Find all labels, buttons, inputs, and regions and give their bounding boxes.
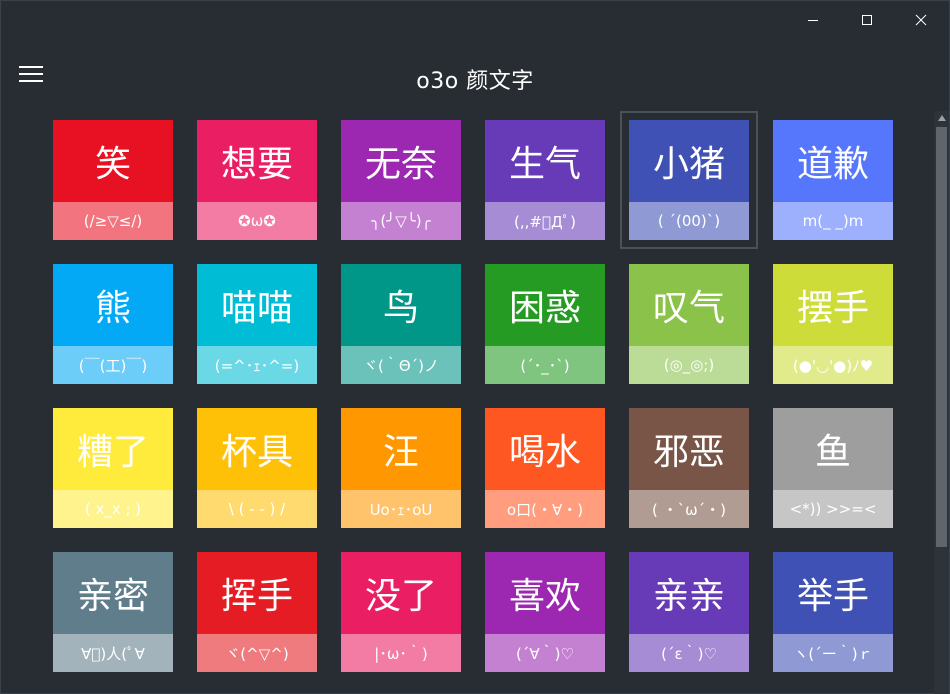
- tile-kaomoji: ヽ(´ー｀)ｒ: [773, 634, 893, 672]
- tile-kaomoji: ( ・ˋωˊ・): [629, 490, 749, 528]
- kaomoji-tile[interactable]: 亲密 ∀ﾟ)人(ﾟ∀: [53, 552, 173, 672]
- kaomoji-tile[interactable]: 喝水 o口(・∀・): [485, 408, 605, 528]
- tile-label: 亲密: [76, 576, 149, 617]
- tile-kaomoji: m(_ _)m: [773, 202, 893, 240]
- minimize-window-button[interactable]: [786, 1, 840, 39]
- tile-kaomoji: ╮(╯▽╰)╭: [341, 202, 461, 240]
- tile-label: 喜欢: [508, 576, 581, 617]
- app-window: o3o 颜文字 笑 (/≥▽≤/) 想要 ✪ω✪ 无奈 ╮(╯▽╰)╭ 生气 (,,#ﾟДﾟ)…: [0, 0, 950, 694]
- window-controls: [786, 1, 948, 39]
- scroll-thumb[interactable]: [936, 127, 947, 547]
- kaomoji-tile[interactable]: 邪恶 ( ・ˋωˊ・): [629, 408, 749, 528]
- tile-label: 鸟: [382, 288, 419, 329]
- tile-label: 亲亲: [652, 576, 725, 617]
- tile-label: 想要: [220, 144, 293, 185]
- tile-kaomoji: ヾ(｀Θ´)ノ: [341, 346, 461, 384]
- tile-label: 小猪: [652, 144, 725, 185]
- tile-label: 没了: [364, 576, 437, 617]
- tile-label: 生气: [508, 144, 581, 185]
- kaomoji-tile[interactable]: 杯具 \ ( - - ) /: [197, 408, 317, 528]
- close-window-button[interactable]: [894, 1, 948, 39]
- tile-label: 摆手: [796, 288, 869, 329]
- tile-kaomoji: |･ω･｀): [341, 634, 461, 672]
- tile-label: 汪: [382, 432, 419, 473]
- kaomoji-tile[interactable]: 亲亲 (´ε｀)♡: [629, 552, 749, 672]
- tile-label: 无奈: [364, 144, 437, 185]
- kaomoji-tile[interactable]: 熊 (￣(工)￣): [53, 264, 173, 384]
- tile-kaomoji: ヾ(^▽^): [197, 634, 317, 672]
- kaomoji-tile[interactable]: 喜欢 (´∀｀)♡: [485, 552, 605, 672]
- kaomoji-tile[interactable]: 举手ヽ(´ー｀)ｒ: [773, 552, 893, 672]
- tile-kaomoji: (,,#ﾟДﾟ): [485, 202, 605, 240]
- vertical-scrollbar[interactable]: [934, 111, 949, 694]
- tile-kaomoji: (●'◡'●)ﾉ♥: [773, 346, 893, 384]
- minimize-icon: [807, 11, 819, 30]
- kaomoji-tile[interactable]: 糟了 ( x_x ; ): [53, 408, 173, 528]
- tile-kaomoji: (´ε｀)♡: [629, 634, 749, 672]
- tile-kaomoji: (/≥▽≤/): [53, 202, 173, 240]
- tile-label: 熊: [94, 288, 131, 329]
- scroll-up-arrow-icon[interactable]: [934, 111, 949, 125]
- kaomoji-tile[interactable]: 困惑 (´･_･`): [485, 264, 605, 384]
- tile-label: 笑: [94, 144, 131, 185]
- app-header: o3o 颜文字: [1, 53, 949, 101]
- maximize-window-button[interactable]: [840, 1, 894, 39]
- kaomoji-tile[interactable]: 鸟ヾ(｀Θ´)ノ: [341, 264, 461, 384]
- kaomoji-tile[interactable]: 笑 (/≥▽≤/): [53, 120, 173, 240]
- tile-kaomoji: o口(・∀・): [485, 490, 605, 528]
- tile-kaomoji: ∀ﾟ)人(ﾟ∀: [53, 634, 173, 672]
- tile-label: 举手: [796, 576, 869, 617]
- tile-kaomoji: ✪ω✪: [197, 202, 317, 240]
- kaomoji-tile[interactable]: 想要 ✪ω✪: [197, 120, 317, 240]
- close-icon: [915, 11, 927, 30]
- tile-kaomoji: ( ´(00)ˋ): [629, 202, 749, 240]
- tile-kaomoji: (=^･ｪ･^=): [197, 346, 317, 384]
- tile-kaomoji: (◎_◎;): [629, 346, 749, 384]
- tile-kaomoji: (´･_･`): [485, 346, 605, 384]
- kaomoji-tile[interactable]: 挥手ヾ(^▽^): [197, 552, 317, 672]
- kaomoji-tile[interactable]: 鱼 <*)) >>=<: [773, 408, 893, 528]
- tile-label: 叹气: [652, 288, 725, 329]
- tile-label: 邪恶: [652, 432, 725, 473]
- tile-label: 困惑: [508, 288, 581, 329]
- kaomoji-tile[interactable]: 汪 Uo･ｪ･oU: [341, 408, 461, 528]
- tile-label: 喵喵: [220, 288, 293, 329]
- kaomoji-tile[interactable]: 没了 |･ω･｀): [341, 552, 461, 672]
- tile-label: 鱼: [814, 432, 851, 473]
- tile-kaomoji: (￣(工)￣): [53, 346, 173, 384]
- tile-kaomoji: \ ( - - ) /: [197, 490, 317, 528]
- kaomoji-tile-grid: 笑 (/≥▽≤/) 想要 ✪ω✪ 无奈 ╮(╯▽╰)╭ 生气 (,,#ﾟДﾟ) 小猪 ( ´(00…: [53, 120, 893, 672]
- kaomoji-tile[interactable]: 喵喵 (=^･ｪ･^=): [197, 264, 317, 384]
- tile-label: 杯具: [220, 432, 293, 473]
- kaomoji-tile[interactable]: 生气 (,,#ﾟДﾟ): [485, 120, 605, 240]
- app-title: o3o 颜文字: [416, 69, 534, 94]
- tile-label: 道歉: [796, 144, 869, 185]
- tile-label: 糟了: [76, 432, 149, 473]
- tile-kaomoji: Uo･ｪ･oU: [341, 490, 461, 528]
- kaomoji-tile[interactable]: 叹气 (◎_◎;): [629, 264, 749, 384]
- kaomoji-tile[interactable]: 摆手 (●'◡'●)ﾉ♥: [773, 264, 893, 384]
- maximize-icon: [861, 11, 873, 30]
- tile-kaomoji: <*)) >>=<: [773, 490, 893, 528]
- tile-label: 喝水: [508, 432, 581, 473]
- tile-kaomoji: (´∀｀)♡: [485, 634, 605, 672]
- kaomoji-tile[interactable]: 小猪 ( ´(00)ˋ): [629, 120, 749, 240]
- tile-kaomoji: ( x_x ; ): [53, 490, 173, 528]
- kaomoji-tile[interactable]: 道歉 m(_ _)m: [773, 120, 893, 240]
- tile-label: 挥手: [220, 576, 293, 617]
- kaomoji-tile[interactable]: 无奈 ╮(╯▽╰)╭: [341, 120, 461, 240]
